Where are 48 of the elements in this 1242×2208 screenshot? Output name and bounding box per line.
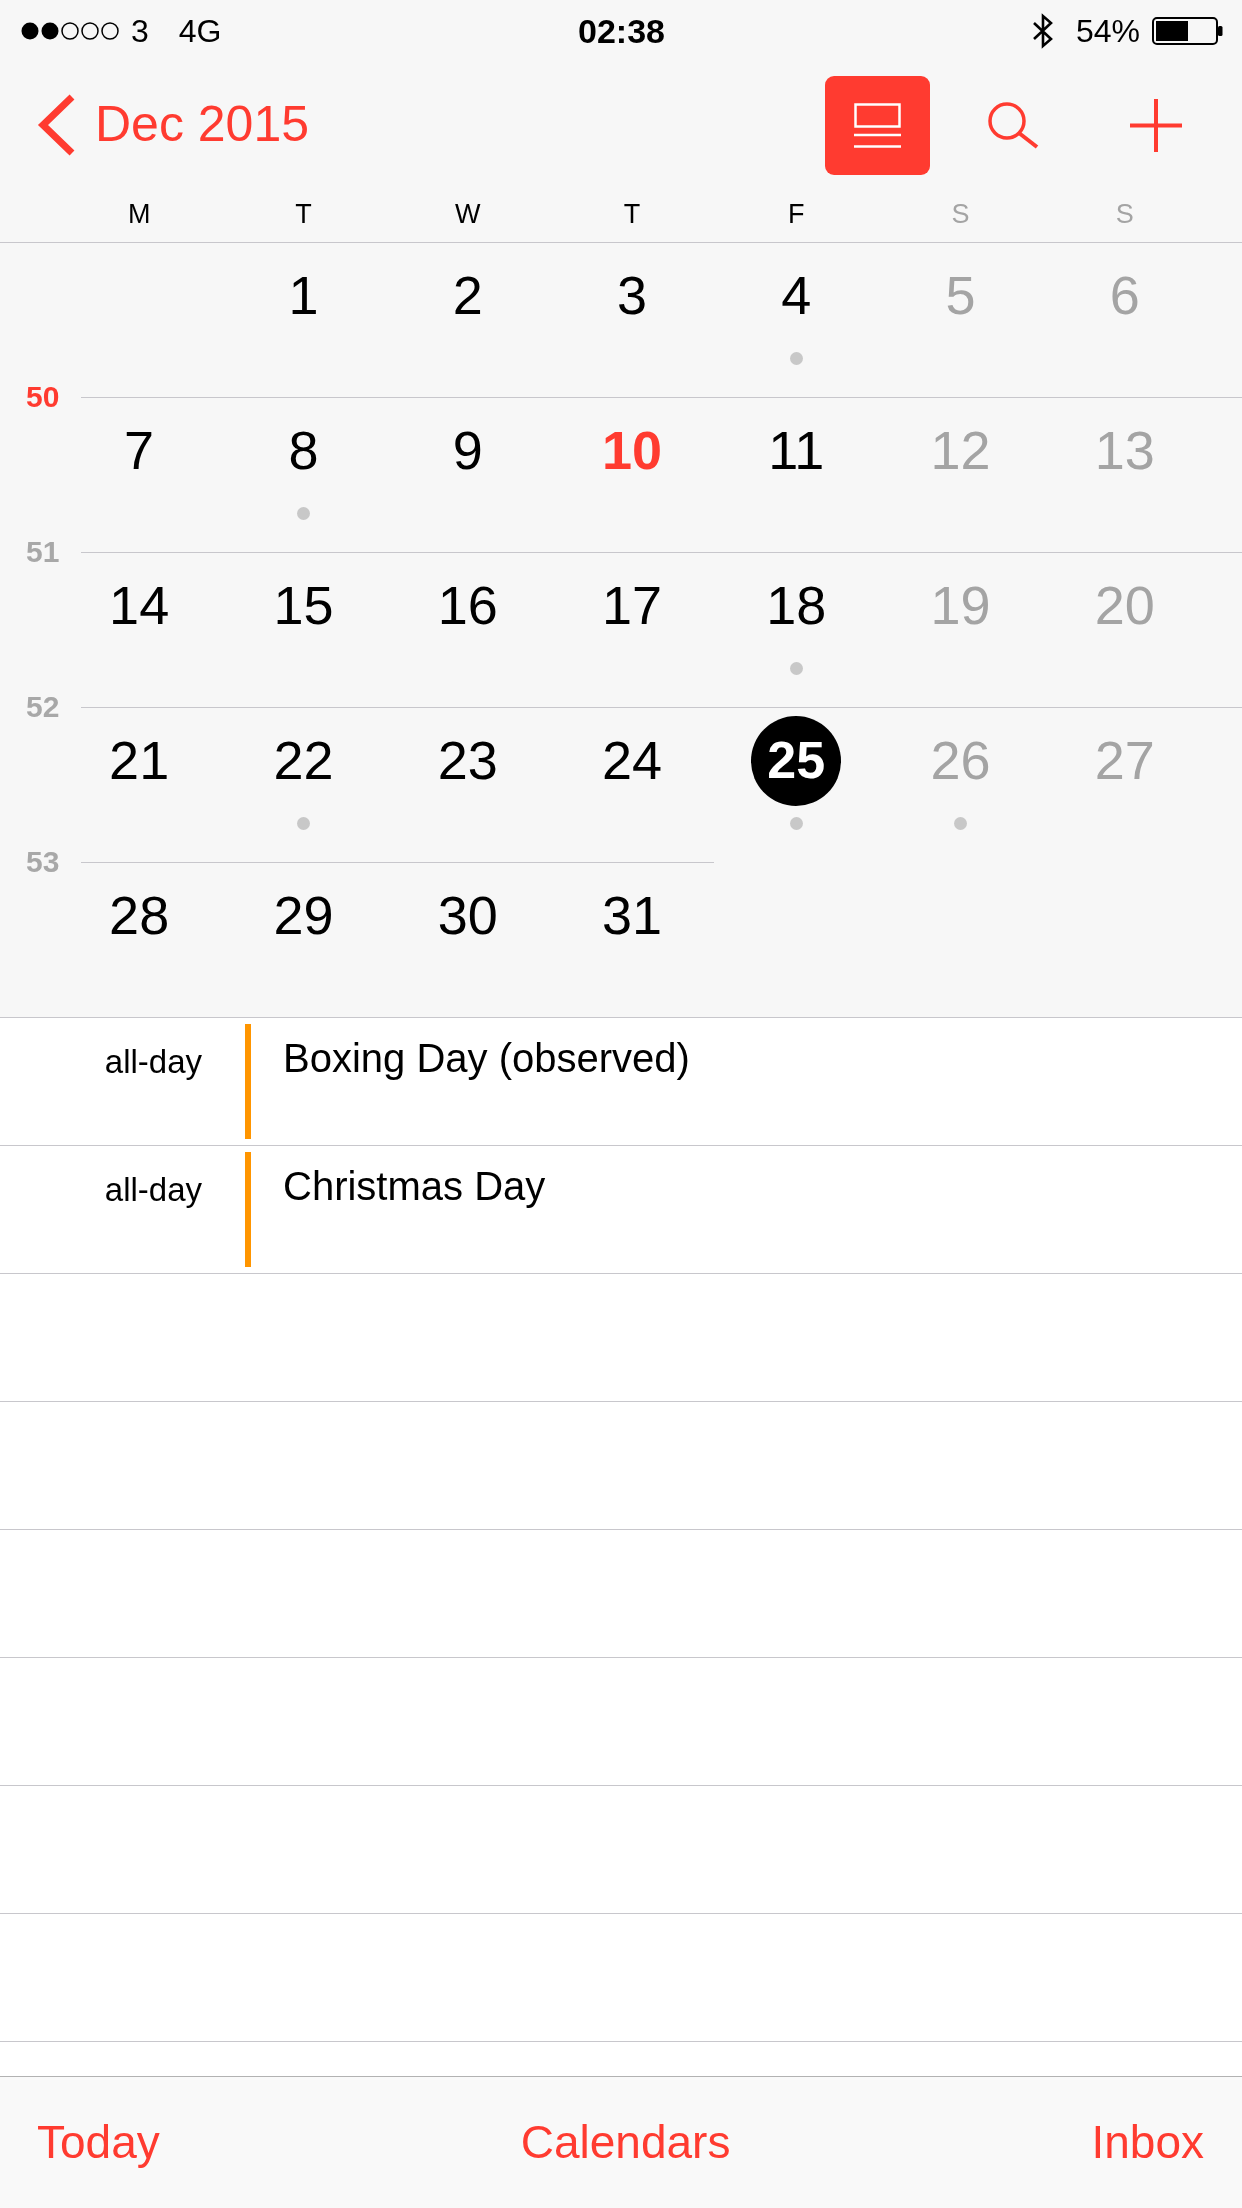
event-time: all-day [103, 1170, 202, 1210]
date-number[interactable]: 1 [288, 266, 319, 326]
weekday-label: S [951, 199, 970, 231]
date-number[interactable]: 9 [452, 421, 483, 481]
battery-percentage: 54% [1075, 15, 1140, 47]
date-number[interactable]: 8 [288, 421, 319, 481]
chevron-left-icon [36, 94, 77, 156]
date-number[interactable]: 7 [124, 421, 155, 481]
date-number[interactable]: 15 [273, 576, 334, 636]
date-number[interactable]: 23 [437, 731, 498, 791]
date-number[interactable]: 31 [601, 886, 663, 946]
date-number[interactable]: 17 [601, 576, 663, 636]
event-time: all-day [103, 1042, 202, 1082]
battery-icon [1152, 17, 1223, 45]
date-number[interactable]: 2 [452, 266, 483, 326]
status-time: 02:38 [578, 14, 665, 48]
weekday-label: F [788, 199, 805, 231]
weekday-label: S [1115, 199, 1134, 231]
date-number[interactable]: 30 [437, 886, 498, 946]
network-type: 4G [178, 15, 222, 47]
weekday-label: W [454, 199, 481, 231]
date-number[interactable]: 28 [109, 886, 170, 946]
week-number: 53 [26, 847, 60, 877]
date-number[interactable]: 14 [109, 576, 170, 636]
date-number[interactable]: 25 [751, 716, 842, 806]
weekday-label: T [623, 199, 641, 231]
list-view-icon [854, 102, 901, 148]
add-icon[interactable] [1130, 98, 1182, 152]
event-title[interactable]: Christmas Day [283, 1162, 546, 1210]
date-number[interactable]: 4 [781, 266, 812, 326]
weekday-label: M [127, 199, 151, 231]
date-number[interactable]: 18 [766, 576, 827, 636]
date-number[interactable]: 22 [273, 731, 334, 791]
date-number[interactable]: 3 [616, 266, 647, 326]
week-number: 50 [26, 382, 60, 412]
date-number[interactable]: 11 [768, 421, 825, 481]
list-view-toggle[interactable] [825, 75, 930, 175]
signal-strength-icon [20, 21, 120, 41]
date-number[interactable]: 24 [601, 731, 663, 791]
date-number[interactable]: 16 [437, 576, 498, 636]
search-icon[interactable] [986, 101, 1040, 149]
date-number[interactable]: 29 [273, 886, 334, 946]
carrier-name: 3 [131, 15, 149, 47]
week-number: 52 [26, 692, 60, 722]
weekday-label: T [295, 199, 312, 231]
event-title[interactable]: Boxing Day (observed) [283, 1034, 690, 1082]
week-number: 51 [26, 537, 60, 567]
date-number[interactable]: 21 [109, 731, 170, 791]
